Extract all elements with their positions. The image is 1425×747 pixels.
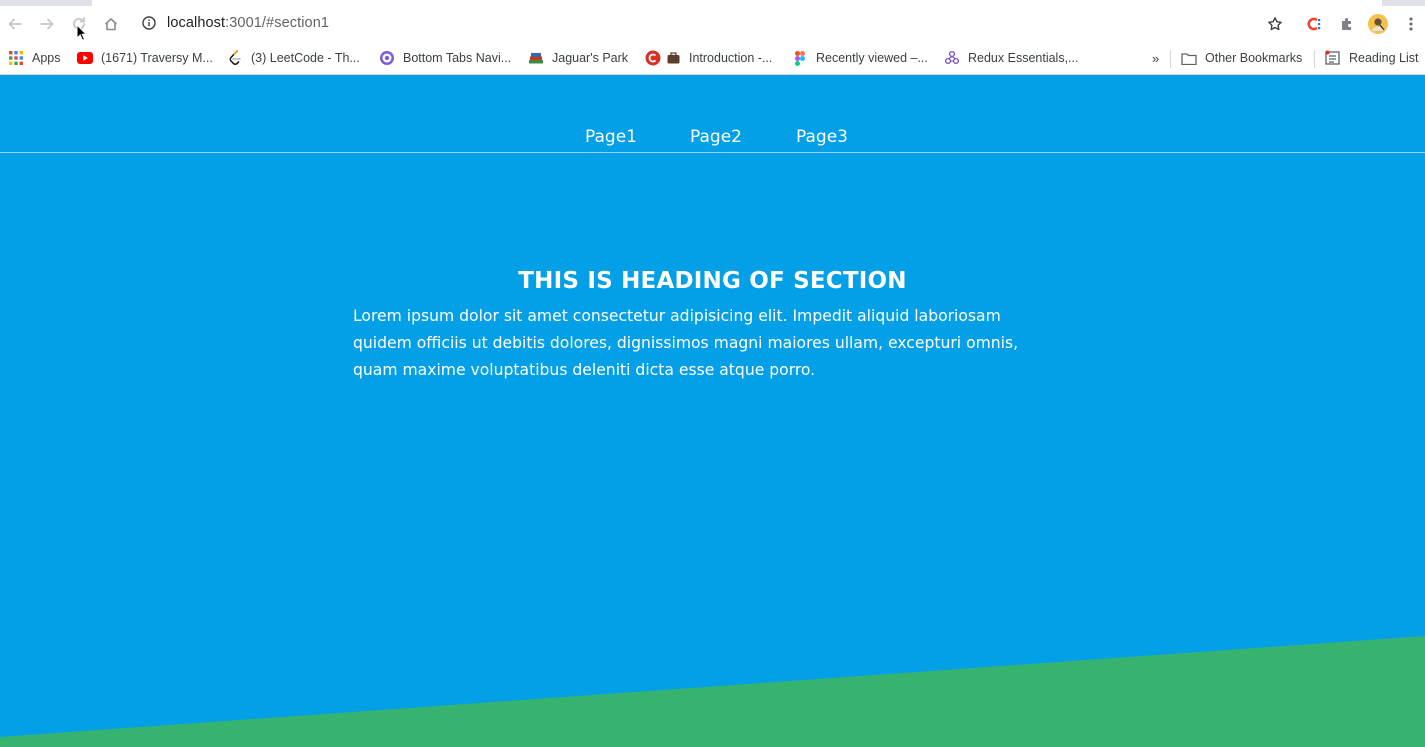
browser-toolbar: localhost:3001/#section1 — [0, 6, 1425, 42]
bookmark-label: Jaguar's Park — [552, 51, 629, 65]
mouse-cursor-icon — [76, 24, 88, 41]
overflow-chevron: » — [1152, 50, 1160, 66]
bookmarks-bar: Apps (1671) Traversy M... (3) LeetCode -… — [0, 42, 1425, 75]
kebab-menu-icon — [1409, 17, 1413, 31]
address-bar[interactable]: localhost:3001/#section1 — [167, 15, 329, 31]
url-host: localhost — [167, 15, 226, 31]
section-heading: THIS IS HEADING OF SECTION — [518, 268, 907, 294]
forward-arrow-icon — [40, 18, 54, 30]
reading-list-icon — [1325, 50, 1341, 66]
profile-avatar[interactable] — [1368, 14, 1388, 34]
bookmark-label: Recently viewed –... — [816, 51, 928, 65]
browser-menu-button[interactable] — [1401, 14, 1421, 34]
bookmark-introduction[interactable]: Introduction -... — [645, 48, 772, 68]
leetcode-icon — [227, 50, 243, 66]
extension-c-icon — [1307, 17, 1321, 31]
nav-link-page1[interactable]: Page1 — [585, 127, 637, 147]
bookmark-jaguars-park[interactable]: Jaguar's Park — [528, 48, 628, 68]
site-info-button[interactable] — [142, 16, 156, 30]
bookmark-label: (3) LeetCode - Th... — [251, 51, 360, 65]
nav-link-page2[interactable]: Page2 — [690, 127, 742, 147]
books-icon — [528, 50, 544, 66]
bookmark-label: Bottom Tabs Navi... — [403, 51, 512, 65]
bookmark-label: (1671) Traversy M... — [101, 51, 213, 65]
extension-c-button[interactable] — [1304, 14, 1324, 34]
back-arrow-icon — [8, 18, 22, 30]
bookmarks-divider — [1314, 50, 1315, 68]
info-icon — [142, 16, 156, 30]
star-icon — [1268, 17, 1282, 31]
home-icon — [104, 18, 118, 31]
bookmark-label: Redux Essentials,... — [968, 51, 1079, 65]
nav-link-page3[interactable]: Page3 — [796, 127, 848, 147]
url-path: :3001/#section1 — [225, 15, 330, 31]
puzzle-icon — [1342, 18, 1351, 30]
folder-icon — [1181, 50, 1197, 66]
bookmark-label: Introduction -... — [689, 51, 773, 65]
bookmark-apps[interactable]: Apps — [8, 48, 61, 68]
bookmark-label: Reading List — [1349, 51, 1419, 65]
bookmarks-overflow-button[interactable]: » — [1152, 48, 1159, 68]
extensions-button[interactable] — [1337, 14, 1357, 34]
briefcase-icon — [665, 50, 681, 66]
red-circle-icon — [645, 50, 661, 66]
bookmark-traversy[interactable]: (1671) Traversy M... — [77, 48, 213, 68]
bookmark-label: Other Bookmarks — [1205, 51, 1303, 65]
redux-icon — [944, 50, 960, 66]
bookmark-leetcode[interactable]: (3) LeetCode - Th... — [227, 48, 360, 68]
other-bookmarks-folder[interactable]: Other Bookmarks — [1181, 48, 1302, 68]
bookmark-redux[interactable]: Redux Essentials,... — [944, 48, 1078, 68]
react-navigation-icon — [379, 50, 395, 66]
page-viewport: Page1 Page2 Page3 THIS IS HEADING OF SEC… — [0, 75, 1425, 747]
section-paragraph: Lorem ipsum dolor sit amet consectetur a… — [353, 307, 1019, 379]
back-button[interactable] — [4, 13, 26, 35]
bookmark-label: Apps — [32, 51, 61, 65]
home-button[interactable] — [100, 13, 122, 35]
green-wedge-shape — [0, 636, 1425, 747]
youtube-icon — [77, 50, 93, 66]
bookmark-figma[interactable]: Recently viewed –... — [792, 48, 928, 68]
bookmark-star-button[interactable] — [1265, 14, 1285, 34]
bookmarks-divider — [1170, 50, 1171, 68]
apps-grid-icon — [8, 50, 24, 66]
figma-icon — [792, 50, 808, 66]
avatar-icon — [1368, 14, 1388, 34]
bookmark-bottom-tabs[interactable]: Bottom Tabs Navi... — [379, 48, 511, 68]
forward-button[interactable] — [36, 13, 58, 35]
top-navbar: Page1 Page2 Page3 — [0, 75, 1425, 153]
reading-list-button[interactable]: Reading List — [1325, 48, 1419, 68]
